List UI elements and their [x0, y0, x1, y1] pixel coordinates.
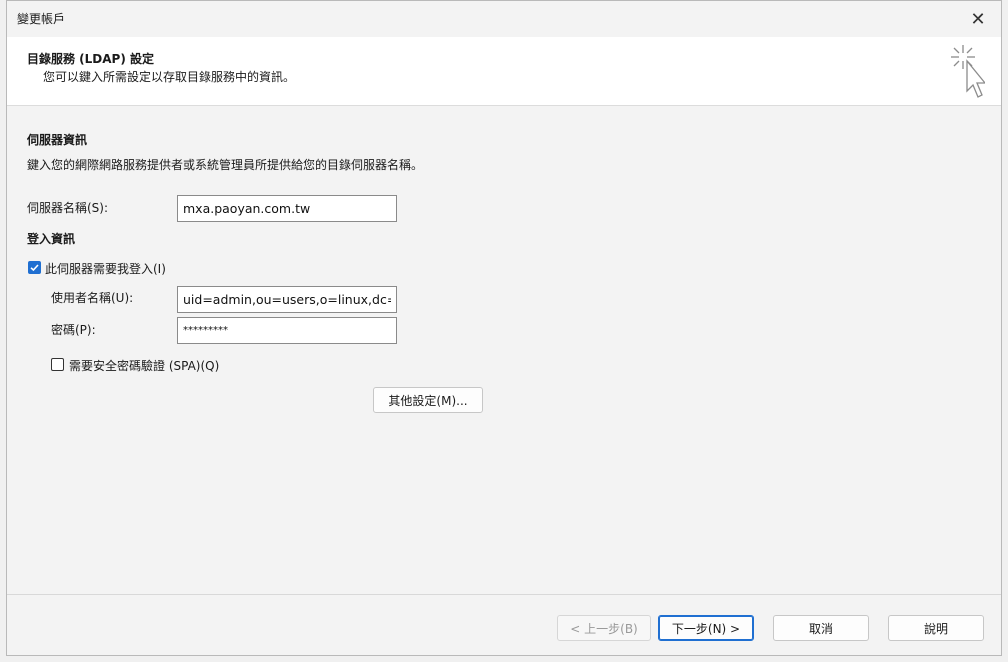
- server-info-description: 鍵入您的網際網路服務提供者或系統管理員所提供給您的目錄伺服器名稱。: [27, 158, 424, 172]
- username-input[interactable]: [177, 286, 397, 313]
- more-settings-button[interactable]: 其他設定(M)...: [373, 387, 483, 413]
- page-title: 目錄服務 (LDAP) 設定: [27, 52, 155, 66]
- back-button[interactable]: < 上一步(B): [557, 615, 651, 641]
- spa-checkbox[interactable]: [51, 358, 64, 371]
- title-bar: 變更帳戶 ✕: [7, 1, 1001, 37]
- require-login-label[interactable]: 此伺服器需要我登入(I): [45, 260, 166, 277]
- page-header: 目錄服務 (LDAP) 設定 您可以鍵入所需設定以存取目錄服務中的資訊。: [7, 37, 1001, 106]
- password-input[interactable]: [177, 317, 397, 344]
- spa-label[interactable]: 需要安全密碼驗證 (SPA)(Q): [69, 357, 219, 374]
- server-name-input[interactable]: [177, 195, 397, 222]
- footer-divider: [7, 594, 1001, 595]
- window-title: 變更帳戶: [17, 12, 66, 26]
- username-label: 使用者名稱(U):: [51, 291, 134, 305]
- page-subtitle: 您可以鍵入所需設定以存取目錄服務中的資訊。: [43, 70, 296, 84]
- cancel-button[interactable]: 取消: [773, 615, 869, 641]
- checkmark-icon: [30, 264, 39, 272]
- help-button[interactable]: 說明: [888, 615, 984, 641]
- close-icon: ✕: [970, 8, 986, 30]
- wizard-cursor-icon: [951, 45, 985, 98]
- require-login-checkbox[interactable]: [28, 261, 41, 274]
- next-button[interactable]: 下一步(N) >: [658, 615, 754, 641]
- change-account-dialog: 變更帳戶 ✕ 目錄服務 (LDAP) 設定 您可以鍵入所需設定以存取目錄服務中的…: [6, 0, 1002, 656]
- close-button[interactable]: ✕: [955, 1, 1001, 37]
- password-label: 密碼(P):: [51, 323, 96, 337]
- login-info-heading: 登入資訊: [27, 232, 76, 246]
- server-name-label: 伺服器名稱(S):: [27, 201, 109, 215]
- server-info-heading: 伺服器資訊: [27, 133, 88, 147]
